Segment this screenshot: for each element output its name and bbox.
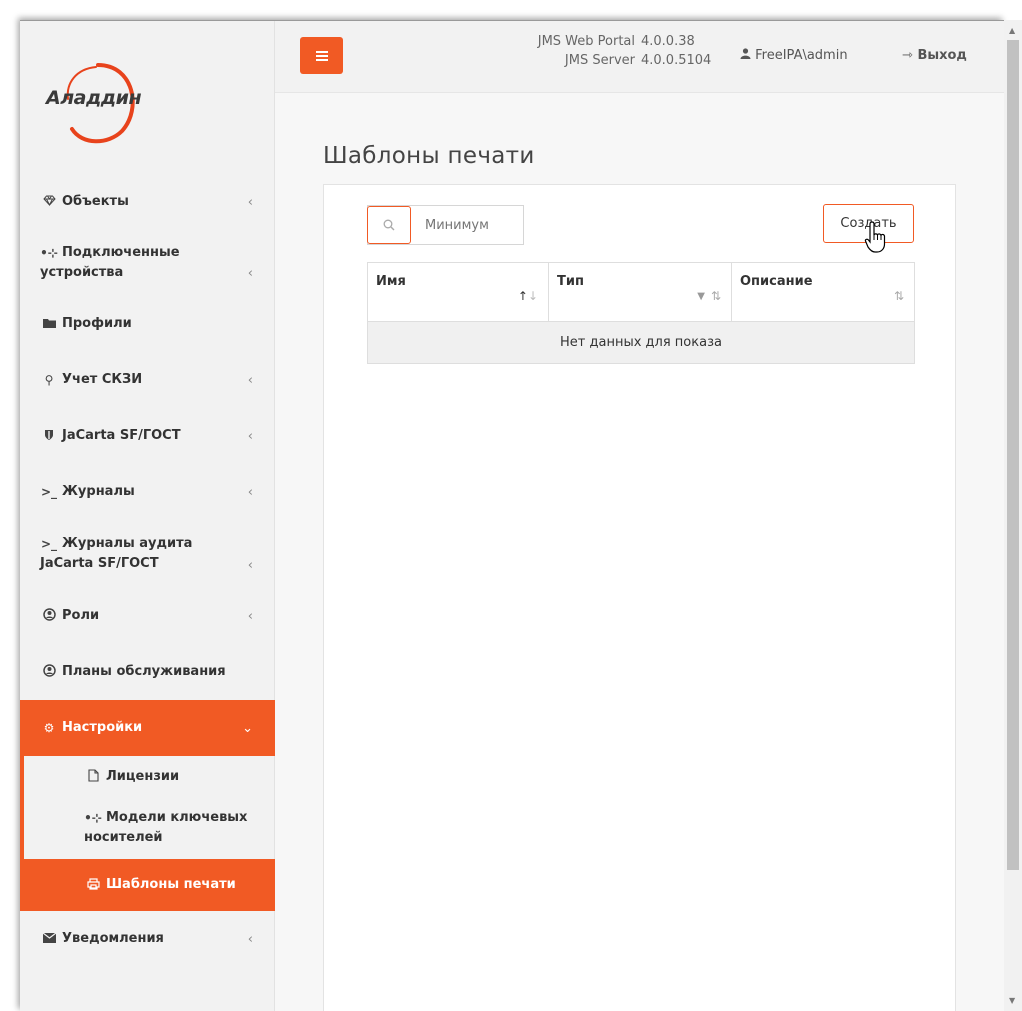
sidebar-item-label-line1: Подключенные bbox=[62, 245, 180, 260]
search-box bbox=[367, 205, 524, 245]
column-header-label: Тип bbox=[557, 274, 584, 289]
screen: Аладдин Объекты ‹ •⊹ Подключенные устрой… bbox=[0, 0, 1022, 1011]
sidebar-nav: Объекты ‹ •⊹ Подключенные устройства ‹ П… bbox=[20, 174, 275, 967]
user-icon bbox=[740, 48, 755, 63]
sidebar-item-label-line1: Журналы аудита bbox=[62, 536, 193, 551]
browser-viewport: Аладдин Объекты ‹ •⊹ Подключенные устрой… bbox=[20, 20, 1004, 1011]
sidebar-item-label-line2: устройства bbox=[40, 265, 124, 280]
envelope-icon bbox=[40, 932, 58, 946]
column-header-name[interactable]: Имя ↑↓ bbox=[367, 262, 549, 322]
column-header-type[interactable]: Тип ▼ ⇅ bbox=[548, 262, 732, 322]
sidebar-item-label: JaCarta SF/ГОСТ bbox=[62, 428, 181, 443]
sidebar-subitem-label: Лицензии bbox=[106, 769, 180, 784]
sidebar-item-label: Роли bbox=[62, 608, 100, 623]
chevron-left-icon: ‹ bbox=[247, 428, 253, 444]
version-values: 4.0.0.38 4.0.0.5104 bbox=[641, 32, 721, 70]
sidebar-item-profiles[interactable]: Профили bbox=[20, 296, 275, 352]
sidebar-item-label: Объекты bbox=[62, 194, 129, 209]
scroll-down-icon[interactable]: ▼ bbox=[1009, 996, 1015, 1005]
gears-icon: ⚙ bbox=[43, 721, 55, 735]
version-labels: JMS Web Portal JMS Server bbox=[519, 32, 635, 70]
sidebar-item-label: Профили bbox=[62, 316, 132, 331]
table-empty-row: Нет данных для показа bbox=[367, 322, 915, 364]
sidebar-item-connected-devices[interactable]: •⊹ Подключенные устройства ‹ bbox=[20, 230, 275, 296]
search-input[interactable] bbox=[411, 206, 521, 244]
folder-icon bbox=[40, 317, 58, 331]
server-version-value: 4.0.0.5104 bbox=[641, 53, 712, 68]
key-icon: ⚲ bbox=[44, 373, 54, 387]
chevron-left-icon: ‹ bbox=[247, 266, 253, 281]
sidebar-item-skzi[interactable]: ⚲ Учет СКЗИ ‹ bbox=[20, 352, 275, 408]
sort-asc-icon[interactable]: ↑↓ bbox=[518, 289, 538, 303]
sidebar-item-logs[interactable]: >_ Журналы ‹ bbox=[20, 464, 275, 520]
sidebar-item-label: Уведомления bbox=[62, 931, 164, 946]
user-name: FreeIPA\admin bbox=[755, 48, 848, 63]
sort-icon[interactable]: ⇅ bbox=[894, 289, 904, 303]
sidebar-item-roles[interactable]: Роли ‹ bbox=[20, 588, 275, 644]
sidebar-subitem-licenses[interactable]: Лицензии bbox=[24, 756, 275, 798]
file-icon bbox=[84, 769, 102, 785]
sidebar-subitem-label: Шаблоны печати bbox=[106, 877, 236, 892]
sidebar-item-jacarta[interactable]: JaCarta SF/ГОСТ ‹ bbox=[20, 408, 275, 464]
sort-icon[interactable]: ⇅ bbox=[711, 289, 721, 303]
filter-icon[interactable]: ▼ bbox=[697, 291, 705, 302]
server-version-label: JMS Server bbox=[564, 53, 635, 68]
chevron-left-icon: ‹ bbox=[247, 558, 253, 573]
sidebar-item-label: Учет СКЗИ bbox=[62, 372, 143, 387]
portal-version-label: JMS Web Portal bbox=[537, 34, 635, 49]
scroll-up-icon[interactable]: ▲ bbox=[1009, 26, 1015, 35]
user-circle-icon bbox=[40, 664, 58, 680]
sidebar-item-label: Журналы bbox=[62, 484, 135, 499]
terminal-icon: >_ bbox=[40, 485, 58, 499]
logout-link[interactable]: ⇾ Выход bbox=[902, 48, 967, 63]
column-header-description[interactable]: Описание ⇅ bbox=[731, 262, 915, 322]
content-panel: Создать Имя ↑↓ Тип ▼ ⇅ Описание ⇅ bbox=[323, 184, 956, 1011]
chevron-down-icon: ⌄ bbox=[242, 720, 253, 736]
sidebar-item-audit-logs[interactable]: >_ Журналы аудита JaCarta SF/ГОСТ ‹ bbox=[20, 520, 275, 588]
sidebar-item-notifications[interactable]: Уведомления ‹ bbox=[20, 911, 275, 967]
sidebar-item-label: Планы обслуживания bbox=[62, 664, 226, 679]
hamburger-icon bbox=[315, 50, 328, 61]
scrollbar-thumb[interactable] bbox=[1007, 40, 1019, 870]
shield-icon bbox=[40, 429, 58, 444]
chevron-left-icon: ‹ bbox=[247, 372, 253, 388]
hand-cursor-icon bbox=[864, 221, 886, 253]
diamond-icon bbox=[40, 195, 58, 209]
usb-icon: •⊹ bbox=[84, 811, 102, 825]
logout-label: Выход bbox=[917, 48, 967, 63]
column-header-label: Описание bbox=[740, 274, 813, 289]
search-icon[interactable] bbox=[367, 206, 411, 244]
column-header-label: Имя bbox=[376, 274, 406, 289]
settings-submenu: Лицензии •⊹ Модели ключевых носителей Ша… bbox=[20, 756, 275, 911]
sidebar-subitem-label-line2: носителей bbox=[84, 830, 163, 845]
brand-logo[interactable]: Аладдин bbox=[46, 59, 146, 149]
chevron-left-icon: ‹ bbox=[247, 608, 253, 624]
sidebar-subitem-print-templates[interactable]: Шаблоны печати bbox=[24, 859, 275, 911]
sidebar-item-label: Настройки bbox=[62, 720, 143, 735]
portal-version-value: 4.0.0.38 bbox=[641, 34, 695, 49]
usb-icon: •⊹ bbox=[40, 246, 58, 260]
sidebar-subitem-label-line1: Модели ключевых bbox=[106, 810, 248, 825]
chevron-left-icon: ‹ bbox=[247, 194, 253, 210]
sign-out-icon: ⇾ bbox=[902, 48, 913, 63]
page-scrollbar[interactable]: ▲ ▼ bbox=[1004, 20, 1022, 1011]
user-circle-icon bbox=[40, 608, 58, 624]
top-header: JMS Web Portal JMS Server 4.0.0.38 4.0.0… bbox=[275, 21, 1004, 93]
chevron-left-icon: ‹ bbox=[247, 484, 253, 500]
chevron-left-icon: ‹ bbox=[247, 931, 253, 947]
sidebar-item-label-line2: JaCarta SF/ГОСТ bbox=[40, 556, 159, 571]
sidebar-item-objects[interactable]: Объекты ‹ bbox=[20, 174, 275, 230]
logo-text: Аладдин bbox=[46, 87, 142, 109]
sidebar-item-maintenance[interactable]: Планы обслуживания bbox=[20, 644, 275, 700]
printer-icon bbox=[84, 877, 102, 893]
sidebar: Аладдин Объекты ‹ •⊹ Подключенные устрой… bbox=[20, 21, 275, 1011]
terminal-icon: >_ bbox=[40, 537, 58, 551]
sidebar-subitem-key-models[interactable]: •⊹ Модели ключевых носителей bbox=[24, 798, 275, 859]
sidebar-item-settings[interactable]: ⚙ Настройки ⌄ bbox=[20, 700, 275, 756]
current-user[interactable]: FreeIPA\admin bbox=[740, 48, 848, 63]
menu-toggle-button[interactable] bbox=[300, 37, 343, 74]
page-title: Шаблоны печати bbox=[323, 143, 535, 169]
